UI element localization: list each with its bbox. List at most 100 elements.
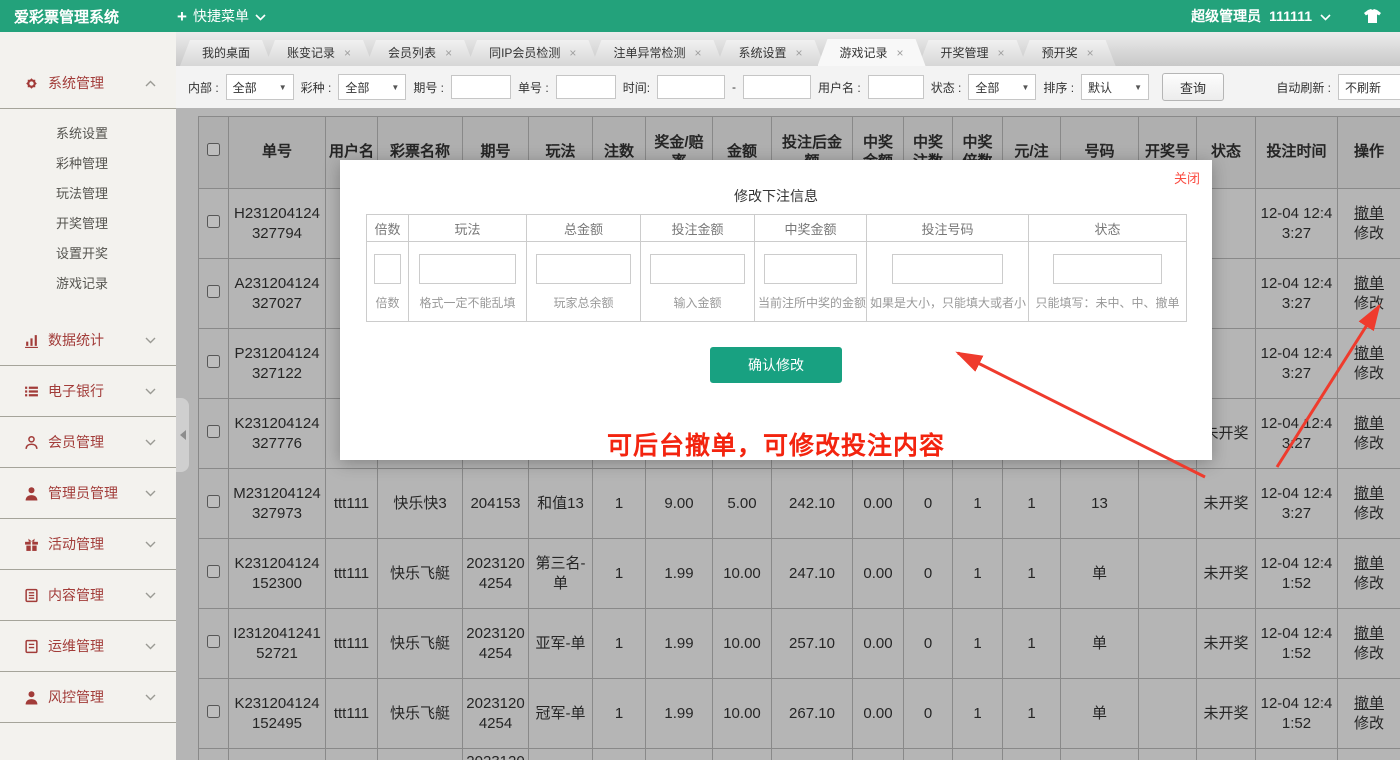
sidebar-subitem-set-draw[interactable]: 设置开奖: [0, 239, 176, 269]
tab-abnormal-orders[interactable]: 注单异常检测×: [591, 40, 723, 66]
bet-amount-input[interactable]: [650, 254, 744, 284]
time-end-input[interactable]: [743, 75, 811, 99]
chevron-down-icon[interactable]: [1320, 8, 1331, 24]
tab-close-icon[interactable]: ×: [569, 40, 576, 66]
top-bar: 爱彩票管理系统 + 快捷菜单 超级管理员 111111: [0, 0, 1400, 32]
sidebar-item-member-management[interactable]: 会员管理: [0, 417, 176, 468]
sidebar-item-ops-management[interactable]: 运维管理: [0, 621, 176, 672]
form-input-row: 倍数 格式一定不能乱填 玩家总余额 输入金额 当前注所中奖的金额 如果是大小，只…: [367, 242, 1187, 322]
tab-bar: 我的桌面 账变记录× 会员列表× 同IP会员检测× 注单异常检测× 系统设置× …: [176, 32, 1400, 66]
chevron-up-icon: [145, 80, 156, 87]
tab-close-icon[interactable]: ×: [998, 40, 1005, 66]
sidebar-subitem-draw-management[interactable]: 开奖管理: [0, 209, 176, 239]
total-amount-input[interactable]: [536, 254, 630, 284]
ops-icon: [24, 639, 39, 654]
sidebar-item-e-banking[interactable]: 电子银行: [0, 366, 176, 417]
sidebar-subitem-system-settings[interactable]: 系统设置: [0, 119, 176, 149]
win-amount-input[interactable]: [764, 254, 856, 284]
sidebar-item-label: 电子银行: [48, 381, 104, 401]
column-header: 中奖金额: [755, 215, 867, 242]
order-no-input[interactable]: [556, 75, 616, 99]
app-title: 爱彩票管理系统: [14, 6, 119, 27]
sidebar-item-activity-management[interactable]: 活动管理: [0, 519, 176, 570]
chevron-down-icon: [255, 8, 266, 24]
bank-icon: [24, 384, 39, 399]
tab-my-desktop[interactable]: 我的桌面: [180, 40, 272, 66]
field-hint: 当前注所中奖的金额: [758, 294, 863, 311]
tab-close-icon[interactable]: ×: [445, 40, 452, 66]
sidebar: 系统管理 系统设置 彩种管理 玩法管理 开奖管理 设置开奖 游戏记录 数据统计 …: [0, 32, 176, 760]
lottery-select[interactable]: 全部▼: [338, 74, 406, 100]
sort-label: 排序 :: [1043, 79, 1074, 96]
quick-menu-button[interactable]: + 快捷菜单: [177, 6, 266, 26]
status-input[interactable]: [1053, 254, 1162, 284]
annotation-text: 可后台撤单，可修改投注内容: [340, 426, 1212, 462]
status-label: 状态 :: [931, 79, 962, 96]
edit-bet-form-table: 倍数 玩法 总金额 投注金额 中奖金额 投注号码 状态 倍数 格式一定不能乱填 …: [366, 214, 1187, 322]
tab-account-changes[interactable]: 账变记录×: [265, 40, 373, 66]
tab-system-settings[interactable]: 系统设置×: [716, 40, 824, 66]
tab-game-records[interactable]: 游戏记录×: [818, 39, 926, 66]
play-type-input[interactable]: [419, 254, 517, 284]
lottery-label: 彩种 :: [301, 79, 332, 96]
multiplier-input[interactable]: [374, 254, 401, 284]
sidebar-subitem-lottery-management[interactable]: 彩种管理: [0, 149, 176, 179]
dropdown-arrow-icon: ▼: [1021, 83, 1029, 92]
sidebar-subitem-play-management[interactable]: 玩法管理: [0, 179, 176, 209]
query-button[interactable]: 查询: [1162, 73, 1224, 101]
sidebar-item-label: 会员管理: [48, 432, 104, 452]
sidebar-item-system-management[interactable]: 系统管理: [0, 58, 176, 109]
sidebar-item-label: 系统管理: [48, 73, 104, 93]
tab-close-icon[interactable]: ×: [694, 40, 701, 66]
autorefresh-select[interactable]: 不刷新: [1338, 74, 1400, 100]
chart-icon: [24, 333, 39, 348]
sort-select[interactable]: 默认▼: [1081, 74, 1149, 100]
field-hint: 如果是大小，只能填大或者小: [870, 294, 1025, 311]
user-name[interactable]: 111111: [1269, 8, 1312, 24]
field-hint: 输入金额: [644, 294, 751, 311]
internal-select[interactable]: 全部▼: [226, 74, 294, 100]
sidebar-collapse-handle[interactable]: [176, 398, 189, 472]
collapse-arrow-icon: [180, 430, 186, 440]
sidebar-item-risk-management[interactable]: 风控管理: [0, 672, 176, 723]
tab-pre-draw[interactable]: 预开奖×: [1020, 40, 1116, 66]
dropdown-arrow-icon: ▼: [1134, 83, 1142, 92]
sidebar-item-label: 活动管理: [48, 534, 104, 554]
bet-number-input[interactable]: [892, 254, 1004, 284]
chevron-down-icon: [145, 541, 156, 548]
user-role: 超级管理员: [1191, 6, 1261, 26]
column-header: 倍数: [367, 215, 409, 242]
sidebar-item-admin-management[interactable]: 管理员管理: [0, 468, 176, 519]
confirm-modify-button[interactable]: 确认修改: [710, 347, 842, 383]
field-hint: 只能填写：未中、中、撤单: [1032, 294, 1183, 311]
column-header: 玩法: [409, 215, 527, 242]
edit-bet-modal: 关闭 修改下注信息 倍数 玩法 总金额 投注金额 中奖金额 投注号码 状态 倍数…: [340, 160, 1212, 460]
theme-tshirt-icon[interactable]: [1363, 9, 1382, 24]
gear-icon: [24, 76, 39, 91]
status-select[interactable]: 全部▼: [968, 74, 1036, 100]
column-header: 投注金额: [641, 215, 755, 242]
tab-close-icon[interactable]: ×: [795, 40, 802, 66]
sidebar-subitem-game-records[interactable]: 游戏记录: [0, 269, 176, 299]
risk-icon: [24, 690, 39, 705]
internal-label: 内部 :: [188, 79, 219, 96]
username-input[interactable]: [868, 75, 924, 99]
column-header: 总金额: [527, 215, 641, 242]
plus-icon: +: [177, 8, 187, 25]
time-start-input[interactable]: [657, 75, 725, 99]
tab-same-ip-check[interactable]: 同IP会员检测×: [467, 40, 598, 66]
tab-draw-management[interactable]: 开奖管理×: [919, 40, 1027, 66]
tab-member-list[interactable]: 会员列表×: [366, 40, 474, 66]
tab-close-icon[interactable]: ×: [1087, 40, 1094, 66]
close-link[interactable]: 关闭: [1174, 168, 1200, 187]
tab-close-icon[interactable]: ×: [344, 40, 351, 66]
issue-input[interactable]: [451, 75, 511, 99]
member-icon: [24, 435, 39, 450]
sidebar-item-content-management[interactable]: 内容管理: [0, 570, 176, 621]
sidebar-item-label: 数据统计: [48, 330, 104, 350]
sidebar-item-label: 风控管理: [48, 687, 104, 707]
order-label: 单号 :: [518, 79, 549, 96]
sidebar-item-label: 管理员管理: [48, 483, 118, 503]
sidebar-item-data-statistics[interactable]: 数据统计: [0, 315, 176, 366]
tab-close-icon[interactable]: ×: [897, 40, 904, 66]
